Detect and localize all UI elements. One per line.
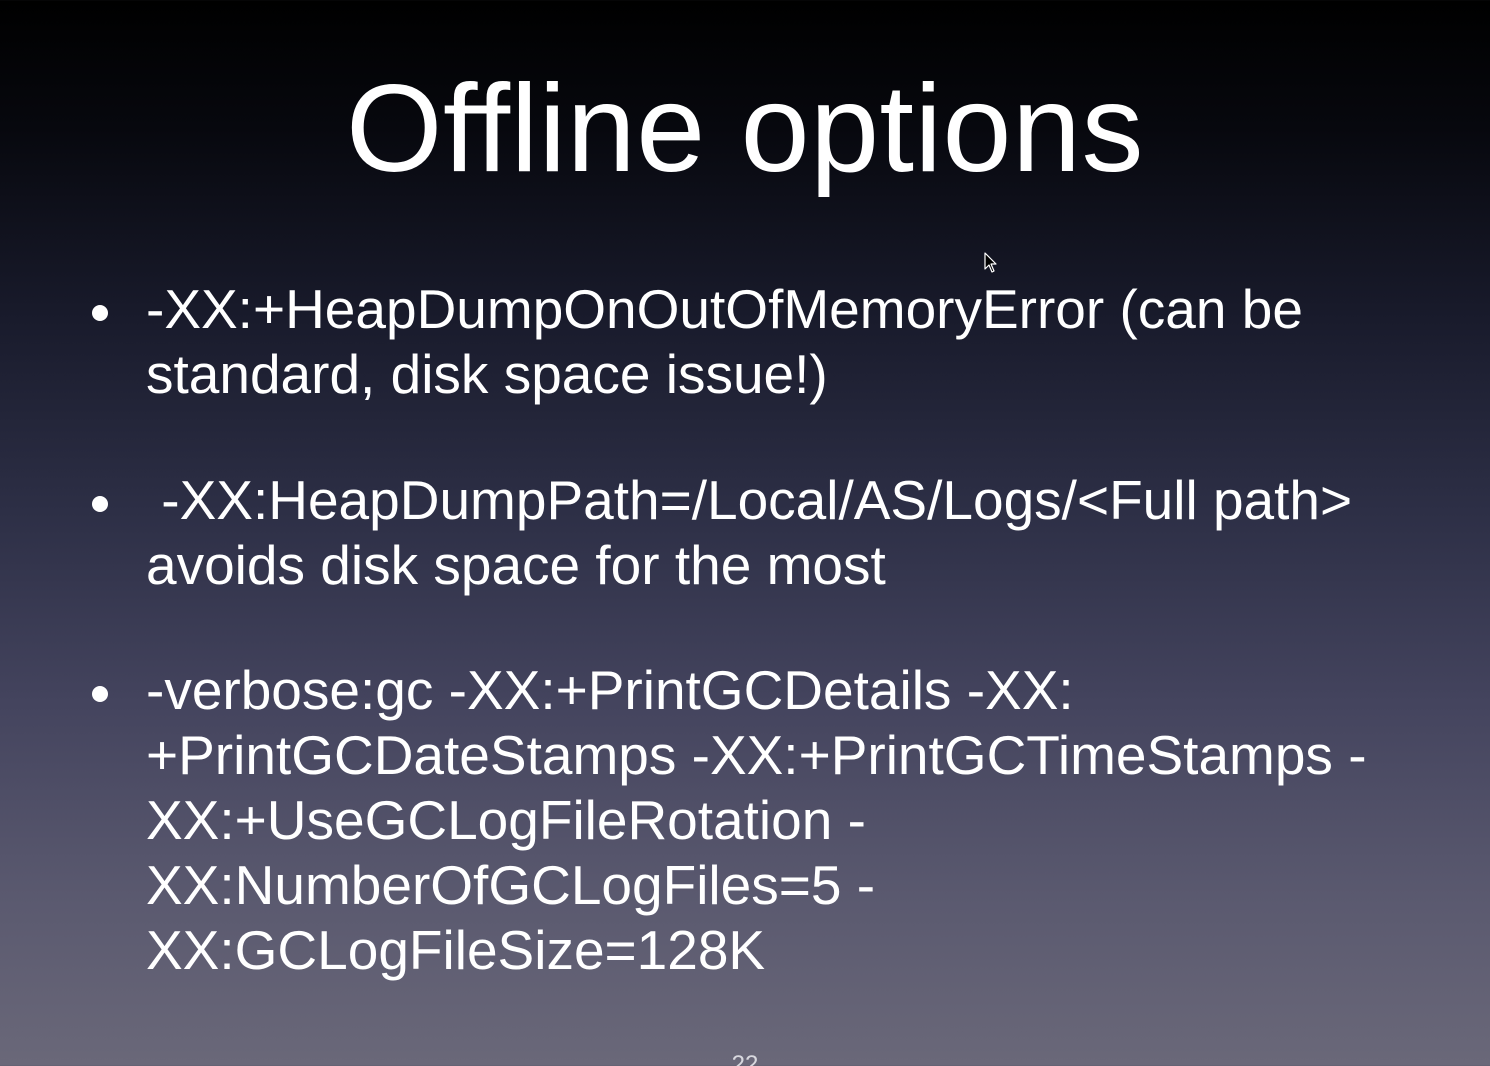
bullet-dot-icon bbox=[92, 496, 108, 512]
bullet-text: -verbose:gc -XX:+PrintGCDetails -XX: +Pr… bbox=[146, 658, 1386, 983]
bullet-line: avoids disk space for the most bbox=[146, 534, 886, 596]
bullet-line: -verbose:gc -XX:+PrintGCDetails -XX: bbox=[146, 659, 1074, 721]
bullet-line: standard, disk space issue!) bbox=[146, 343, 828, 405]
mouse-pointer-icon bbox=[984, 252, 997, 273]
page-number: 22 bbox=[731, 1051, 759, 1066]
bullet-dot-icon bbox=[92, 305, 108, 321]
bullet-line: -XX:+HeapDumpOnOutOfMemoryError (can be bbox=[146, 278, 1303, 340]
bullet-line: XX:NumberOfGCLogFiles=5 - bbox=[146, 854, 876, 916]
bullet-line: XX:+UseGCLogFileRotation - bbox=[146, 789, 866, 851]
bullet-line: XX:GCLogFileSize=128K bbox=[146, 919, 766, 981]
bullet-text: -XX:+HeapDumpOnOutOfMemoryError (can be … bbox=[146, 277, 1386, 407]
slide: Offline options -XX:+HeapDumpOnOutOfMemo… bbox=[0, 0, 1490, 1066]
bullet-dot-icon bbox=[92, 686, 108, 702]
bullet-text: -XX:HeapDumpPath=/Local/AS/Logs/<Full pa… bbox=[146, 468, 1386, 598]
bullet-list: -XX:+HeapDumpOnOutOfMemoryError (can be … bbox=[0, 0, 1490, 1066]
bullet-line: -XX:HeapDumpPath=/Local/AS/Logs/<Full pa… bbox=[146, 469, 1353, 531]
bullet-line: +PrintGCDateStamps -XX:+PrintGCTimeStamp… bbox=[146, 724, 1367, 786]
